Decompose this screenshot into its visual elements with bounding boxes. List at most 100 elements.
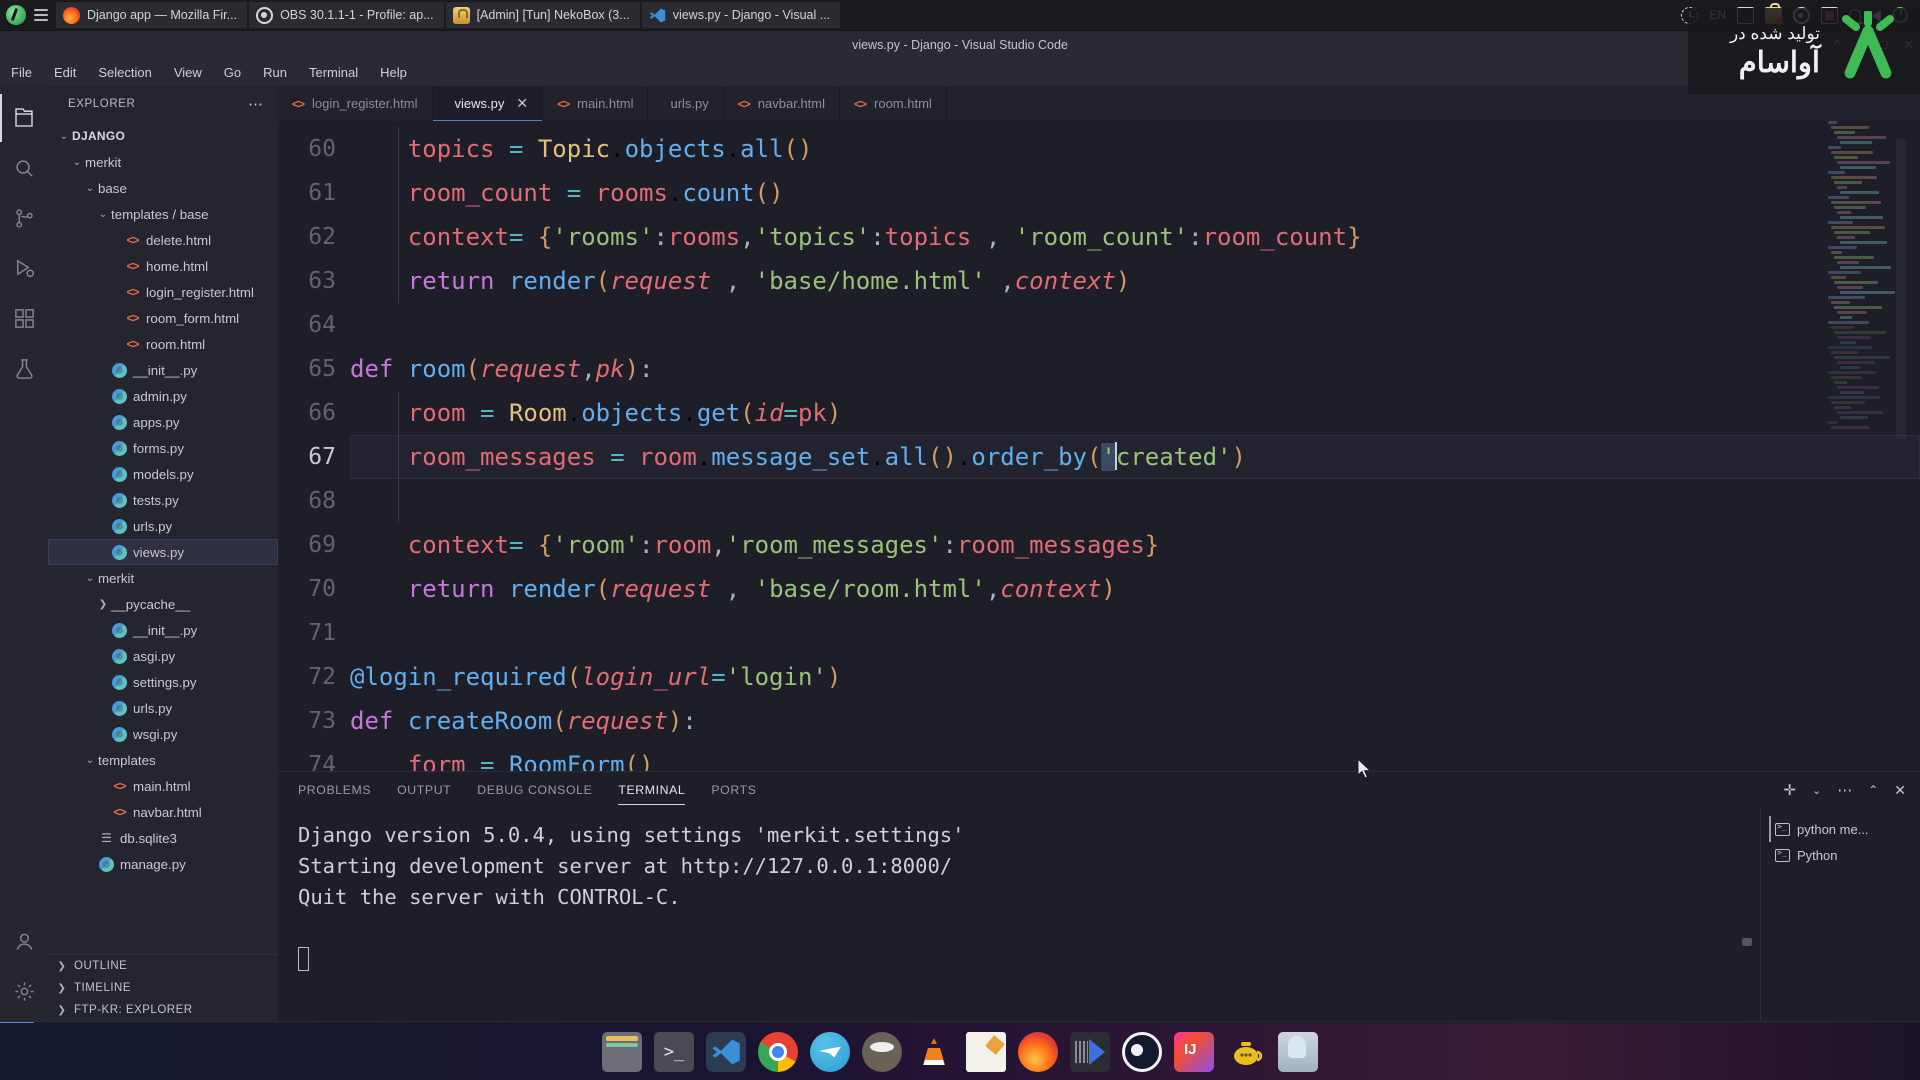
tree-item-merkit[interactable]: ⌄ merkit — [48, 149, 278, 175]
tab-problems[interactable]: PROBLEMS — [298, 775, 371, 805]
minimap[interactable] — [1828, 121, 1906, 771]
tree-item-views-py[interactable]: views.py — [48, 539, 278, 565]
distro-logo-icon[interactable] — [6, 5, 26, 25]
tree-item-login-register-html[interactable]: <> login_register.html — [48, 279, 278, 305]
activity-search-icon[interactable] — [0, 144, 48, 192]
terminal-list-item[interactable]: Python — [1769, 842, 1920, 868]
tree-item--pycache-[interactable]: ❯ __pycache__ — [48, 591, 278, 617]
add-terminal-icon[interactable]: ✛ — [1783, 781, 1796, 799]
tree-item-urls-py[interactable]: urls.py — [48, 695, 278, 721]
tree-item--init-py[interactable]: __init__.py — [48, 357, 278, 383]
taskbar-window-firefox[interactable]: Django app — Mozilla Fir... — [56, 2, 248, 28]
tree-item-tests-py[interactable]: tests.py — [48, 487, 278, 513]
section-outline[interactable]: ❯ OUTLINE — [48, 955, 278, 977]
code-line[interactable]: room = Room.objects.get(id=pk) — [350, 391, 1920, 435]
code-line[interactable]: def room(request,pk): — [350, 347, 1920, 391]
tree-item-forms-py[interactable]: forms.py — [48, 435, 278, 461]
tree-item-delete-html[interactable]: <> delete.html — [48, 227, 278, 253]
activity-source-control-icon[interactable] — [0, 194, 48, 242]
code-line[interactable]: form = RoomForm() — [350, 743, 1920, 771]
teapot-icon[interactable] — [1226, 1032, 1266, 1072]
tree-item-apps-py[interactable]: apps.py — [48, 409, 278, 435]
minimap-slider[interactable] — [1896, 139, 1906, 439]
editor-tab-urls-py[interactable]: urls.py — [648, 86, 724, 121]
tree-item-urls-py[interactable]: urls.py — [48, 513, 278, 539]
activity-settings-gear-icon[interactable] — [0, 967, 48, 1015]
chevron-down-icon[interactable]: ⌄ — [1812, 784, 1821, 797]
activity-accounts-icon[interactable] — [0, 917, 48, 965]
menu-terminal[interactable]: Terminal — [306, 63, 361, 82]
activity-testing-icon[interactable] — [0, 344, 48, 392]
more-actions-icon[interactable]: ⋯ — [1837, 781, 1852, 799]
section-ftp-kr-explorer[interactable]: ❯ FTP-KR: EXPLORER — [48, 999, 278, 1021]
firefox-icon[interactable] — [1018, 1031, 1058, 1072]
menu-selection[interactable]: Selection — [95, 63, 154, 82]
tree-item-templates[interactable]: ⌄ templates — [48, 747, 278, 773]
taskbar-window-nekobox[interactable]: [Admin] [Tun] NekoBox (3... — [445, 2, 640, 28]
tab-output[interactable]: OUTPUT — [397, 775, 451, 805]
menu-file[interactable]: File — [8, 63, 35, 82]
terminal-icon[interactable]: >_ — [654, 1031, 694, 1072]
tree-item-room-html[interactable]: <> room.html — [48, 331, 278, 357]
editor-tab-room-html[interactable]: <> room.html — [840, 86, 947, 121]
code-editor[interactable]: 60 61 62 63 64 65 66 67 68 69 70 71 72 73 74 topics = … — [278, 121, 1920, 771]
section-timeline[interactable]: ❯ TIMELINE — [48, 977, 278, 999]
vscode-icon[interactable] — [706, 1031, 746, 1072]
tree-item-room-form-html[interactable]: <> room_form.html — [48, 305, 278, 331]
obs-icon[interactable] — [1122, 1031, 1162, 1072]
tree-item-navbar-html[interactable]: <> navbar.html — [48, 799, 278, 825]
audio-editor-icon[interactable] — [1070, 1031, 1110, 1072]
editor-tab-navbar-html[interactable]: <> navbar.html — [723, 86, 840, 121]
code-line[interactable]: topics = Topic.objects.all() — [350, 127, 1920, 171]
code-line[interactable]: room_count = rooms.count() — [350, 171, 1920, 215]
menu-help[interactable]: Help — [377, 63, 410, 82]
chrome-icon[interactable] — [758, 1031, 798, 1072]
tree-item-manage-py[interactable]: manage.py — [48, 851, 278, 877]
menu-run[interactable]: Run — [260, 63, 290, 82]
tab-terminal[interactable]: TERMINAL — [618, 775, 686, 805]
code-line[interactable]: return render(request , 'base/room.html'… — [350, 567, 1920, 611]
tree-item-base[interactable]: ⌄ base — [48, 175, 278, 201]
code-line[interactable]: return render(request , 'base/home.html'… — [350, 259, 1920, 303]
tab-ports[interactable]: PORTS — [711, 775, 756, 805]
editor-tab-views-py[interactable]: views.py ✕ — [432, 86, 544, 121]
activity-run-debug-icon[interactable] — [0, 244, 48, 292]
activity-explorer-icon[interactable] — [0, 94, 48, 142]
tree-item-home-html[interactable]: <> home.html — [48, 253, 278, 279]
terminal-scrollbar[interactable] — [1742, 938, 1752, 946]
gimp-icon[interactable] — [862, 1031, 902, 1072]
taskbar-window-vscode[interactable]: views.py - Django - Visual ... — [641, 2, 841, 28]
editor-tab-main-html[interactable]: <> main.html — [543, 86, 649, 121]
tree-item-merkit[interactable]: ⌄ merkit — [48, 565, 278, 591]
tree-item--init-py[interactable]: __init__.py — [48, 617, 278, 643]
close-panel-icon[interactable]: ✕ — [1894, 782, 1906, 799]
telegram-icon[interactable] — [810, 1031, 850, 1072]
tree-item-db-sqlite3[interactable]: ☰ db.sqlite3 — [48, 825, 278, 851]
tree-item-admin-py[interactable]: admin.py — [48, 383, 278, 409]
menu-hamburger-icon[interactable] — [34, 9, 48, 21]
menu-edit[interactable]: Edit — [51, 63, 79, 82]
terminal-output[interactable]: Django version 5.0.4, using settings 'me… — [278, 808, 1760, 1021]
tree-item-asgi-py[interactable]: asgi.py — [48, 643, 278, 669]
vlc-icon[interactable] — [914, 1032, 954, 1072]
maximize-panel-icon[interactable]: ⌃ — [1868, 783, 1878, 797]
blueman-icon[interactable] — [1278, 1031, 1318, 1072]
intellij-icon[interactable] — [1174, 1031, 1214, 1072]
code-line[interactable]: context= {'rooms':rooms,'topics':topics … — [350, 215, 1920, 259]
editor-tab-login-register-html[interactable]: <> login_register.html — [278, 86, 433, 121]
menu-view[interactable]: View — [171, 63, 205, 82]
tree-item-settings-py[interactable]: settings.py — [48, 669, 278, 695]
tree-item-models-py[interactable]: models.py — [48, 461, 278, 487]
code-line[interactable]: context= {'room':room,'room_messages':ro… — [350, 523, 1920, 567]
code-line[interactable]: def createRoom(request): — [350, 699, 1920, 743]
code-line[interactable] — [350, 611, 1920, 655]
menu-go[interactable]: Go — [221, 63, 244, 82]
explorer-more-actions-icon[interactable]: ⋯ — [248, 95, 264, 113]
files-icon[interactable] — [602, 1031, 642, 1072]
code-line[interactable] — [350, 303, 1920, 347]
activity-extensions-icon[interactable] — [0, 294, 48, 342]
tab-debug-console[interactable]: DEBUG CONSOLE — [477, 775, 592, 805]
tree-item-main-html[interactable]: <> main.html — [48, 773, 278, 799]
text-editor-icon[interactable] — [966, 1031, 1006, 1072]
tree-item-django[interactable]: ⌄ DJANGO — [48, 123, 278, 149]
